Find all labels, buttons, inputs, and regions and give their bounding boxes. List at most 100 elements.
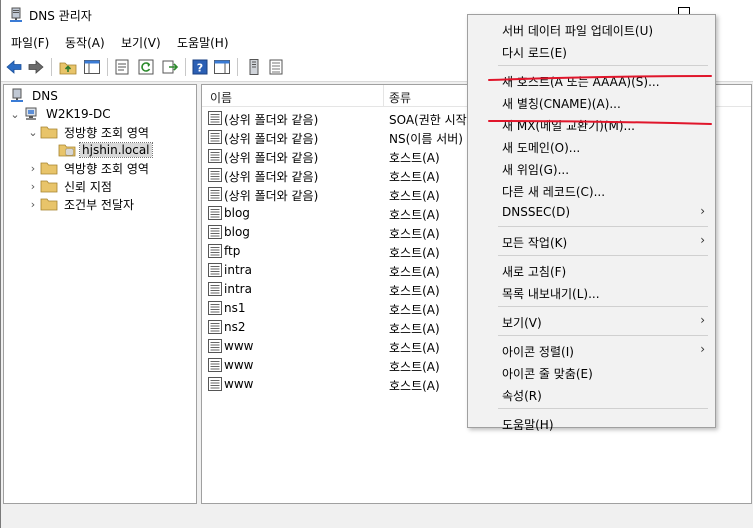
menu-separator	[498, 255, 708, 256]
menu-help[interactable]: 도움말(H)	[177, 34, 229, 51]
record-type: 호스트(A)	[389, 170, 440, 184]
properties-icon[interactable]	[113, 58, 131, 76]
record-type: 호스트(A)	[389, 151, 440, 165]
tree-item-server[interactable]: ⌄ W2K19-DC	[8, 105, 113, 123]
tree-label-server: W2K19-DC	[46, 107, 111, 121]
tree-item-trust-points[interactable]: › 신뢰 지점	[26, 177, 114, 195]
context-menu-item[interactable]: 도움말(H)	[468, 412, 715, 433]
menu-separator	[498, 65, 708, 66]
record-icon	[208, 263, 222, 277]
menu-action[interactable]: 동작(A)	[65, 34, 105, 51]
column-header-name[interactable]: 이름	[210, 89, 232, 106]
context-menu-item[interactable]: 새 도메인(O)...	[468, 135, 715, 156]
column-header-type[interactable]: 종류	[389, 89, 411, 106]
record-type: 호스트(A)	[389, 322, 440, 336]
server-icon[interactable]	[245, 58, 263, 76]
tree-label-dns: DNS	[32, 89, 58, 103]
context-menu-item[interactable]: 모든 작업(K) ›	[468, 230, 715, 251]
back-arrow-icon[interactable]	[5, 58, 23, 76]
context-menu-item[interactable]: DNSSEC(D) ›	[468, 201, 715, 222]
record-name: (상위 폴더와 같음)	[224, 113, 319, 127]
menu-item-label: 다시 로드(E)	[502, 46, 567, 60]
context-menu-item[interactable]: 새 위임(G)...	[468, 157, 715, 178]
menu-item-label: 새 도메인(O)...	[502, 141, 581, 155]
record-icon	[208, 358, 222, 372]
zone-records-icon[interactable]	[267, 58, 285, 76]
record-name: intra	[224, 263, 252, 277]
toolbar-separator	[107, 58, 108, 76]
record-icon	[208, 339, 222, 353]
record-name: (상위 폴더와 같음)	[224, 132, 319, 146]
menu-item-label: 속성(R)	[502, 389, 542, 403]
context-menu-item[interactable]: 다시 로드(E)	[468, 40, 715, 61]
expand-chevron-icon[interactable]: ›	[26, 180, 40, 193]
context-menu-item[interactable]: 새 별칭(CNAME)(A)...	[468, 91, 715, 112]
show-action-pane-icon[interactable]	[213, 58, 231, 76]
record-type: 호스트(A)	[389, 227, 440, 241]
up-folder-icon[interactable]	[59, 58, 77, 76]
menu-item-label: 목록 내보내기(L)...	[502, 287, 600, 301]
menu-item-label: 새 MX(메일 교환기)(M)...	[502, 119, 635, 133]
submenu-arrow-icon: ›	[700, 233, 705, 247]
svg-text:?: ?	[197, 62, 203, 75]
context-menu-item[interactable]: 새 MX(메일 교환기)(M)...	[468, 113, 715, 134]
record-name: (상위 폴더와 같음)	[224, 170, 319, 184]
forward-arrow-icon[interactable]	[27, 58, 45, 76]
menu-item-label: 아이콘 줄 맞춤(E)	[502, 367, 593, 381]
record-icon	[208, 168, 222, 182]
toolbar-separator	[237, 58, 238, 76]
folder-icon	[40, 198, 58, 211]
menu-file[interactable]: 파일(F)	[11, 34, 49, 51]
refresh-icon[interactable]	[137, 58, 155, 76]
show-tree-icon[interactable]	[83, 58, 101, 76]
context-menu-item[interactable]: 새로 고침(F)	[468, 259, 715, 280]
record-icon	[208, 244, 222, 258]
context-menu-item[interactable]: 아이콘 줄 맞춤(E)	[468, 361, 715, 382]
export-list-icon[interactable]	[161, 58, 179, 76]
menu-item-label: 보기(V)	[502, 316, 542, 330]
expand-chevron-icon[interactable]: ›	[26, 162, 40, 175]
record-name: ns1	[224, 301, 246, 315]
menu-separator	[498, 408, 708, 409]
status-bar	[1, 506, 753, 528]
menu-separator	[498, 306, 708, 307]
expand-chevron-icon[interactable]: ›	[26, 198, 40, 211]
context-menu-item[interactable]: 다른 새 레코드(C)...	[468, 179, 715, 200]
submenu-arrow-icon: ›	[700, 313, 705, 327]
tree-item-zone[interactable]: hjshin.local	[44, 141, 153, 159]
tree-item-reverse-zone[interactable]: › 역방향 조회 영역	[26, 159, 151, 177]
record-icon	[208, 111, 222, 125]
context-menu-item[interactable]: 속성(R)	[468, 383, 715, 404]
column-divider[interactable]	[383, 85, 384, 107]
menu-item-label: 새 위임(G)...	[502, 163, 570, 177]
record-type: 호스트(A)	[389, 189, 440, 203]
folder-icon	[40, 180, 58, 193]
tree-item-conditional-forwarders[interactable]: › 조건부 전달자	[26, 195, 136, 213]
record-name: www	[224, 377, 254, 391]
context-menu-item[interactable]: 새 호스트(A 또는 AAAA)(S)...	[468, 69, 715, 90]
tree-label-forward-zone: 정방향 조회 영역	[64, 125, 149, 140]
context-menu-item[interactable]: 보기(V) ›	[468, 310, 715, 331]
menu-item-label: 새로 고침(F)	[502, 265, 567, 279]
tree-item-forward-zone[interactable]: ⌄ 정방향 조회 영역	[26, 123, 151, 141]
record-type: 호스트(A)	[389, 284, 440, 298]
tree-label-conditional-forwarders: 조건부 전달자	[64, 197, 135, 212]
record-type: NS(이름 서버)	[389, 132, 463, 146]
folder-icon	[40, 162, 58, 175]
record-icon	[208, 130, 222, 144]
dns-manager-window: DNS 관리자 파일(F) 동작(A) 보기(V) 도움말(H) ? DNS ⌄…	[0, 0, 753, 528]
context-menu-item[interactable]: 아이콘 정렬(I) ›	[468, 339, 715, 360]
context-menu-item[interactable]: 목록 내보내기(L)...	[468, 281, 715, 302]
tree-item-dns[interactable]: DNS	[8, 87, 60, 105]
record-type: 호스트(A)	[389, 379, 440, 393]
menu-view[interactable]: 보기(V)	[121, 34, 161, 51]
record-name: www	[224, 358, 254, 372]
menu-item-label: 모든 작업(K)	[502, 236, 568, 250]
dns-icon	[11, 88, 23, 102]
menu-separator	[498, 226, 708, 227]
context-menu-item[interactable]: 서버 데이터 파일 업데이트(U)	[468, 18, 715, 39]
help-icon[interactable]: ?	[191, 58, 209, 76]
collapse-chevron-icon[interactable]: ⌄	[8, 108, 22, 121]
collapse-chevron-icon[interactable]: ⌄	[26, 126, 40, 139]
record-name: (상위 폴더와 같음)	[224, 151, 319, 165]
